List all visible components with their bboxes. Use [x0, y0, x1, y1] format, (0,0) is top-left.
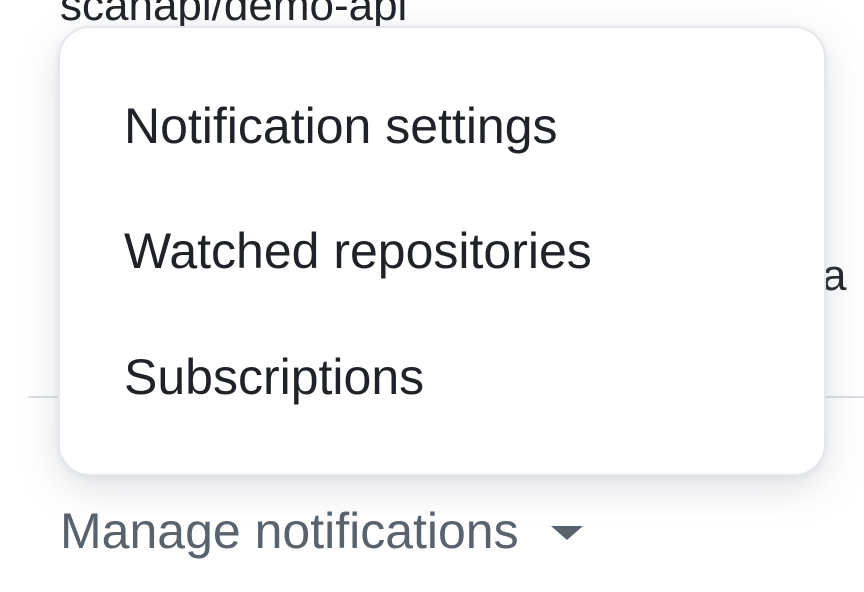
notifications-dropdown-menu: Notification settings Watched repositori…	[58, 26, 826, 476]
menu-item-subscriptions[interactable]: Subscriptions	[124, 347, 424, 407]
menu-item-notification-settings[interactable]: Notification settings	[124, 96, 558, 156]
triangle-down-icon	[550, 526, 583, 540]
menu-item-watched-repositories[interactable]: Watched repositories	[124, 221, 592, 281]
manage-notifications-button[interactable]: Manage notifications	[60, 500, 583, 562]
manage-notifications-label: Manage notifications	[60, 503, 519, 559]
